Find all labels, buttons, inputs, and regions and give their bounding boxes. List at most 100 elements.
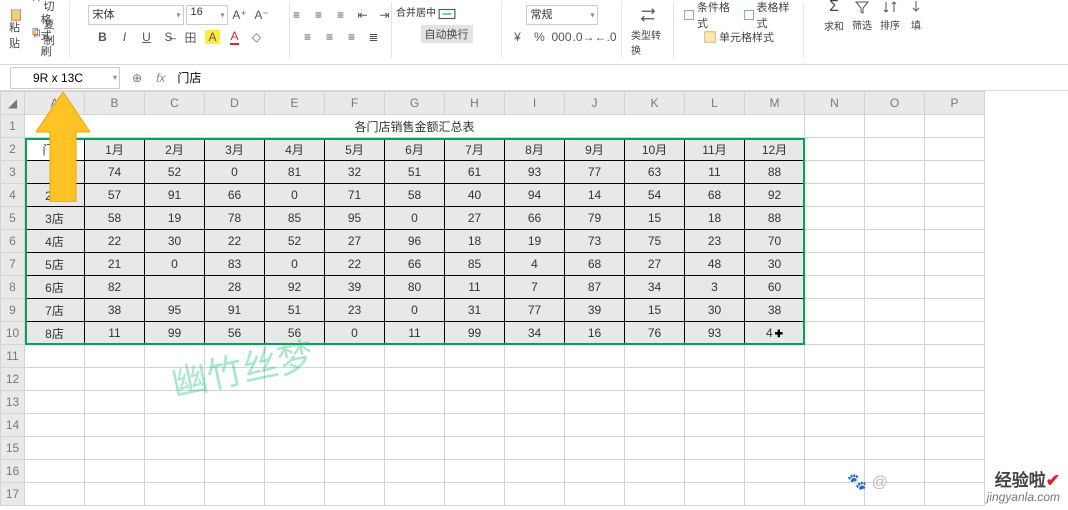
cell[interactable] bbox=[805, 276, 865, 299]
select-all-corner[interactable]: ◢ bbox=[1, 92, 25, 115]
cell[interactable]: 81 bbox=[265, 161, 325, 184]
cell[interactable] bbox=[265, 437, 325, 460]
col-header[interactable]: G bbox=[385, 92, 445, 115]
merge-center-button[interactable] bbox=[435, 4, 459, 24]
cell[interactable] bbox=[805, 391, 865, 414]
cell[interactable]: 0 bbox=[145, 253, 205, 276]
cell[interactable] bbox=[565, 414, 625, 437]
cell[interactable] bbox=[25, 414, 85, 437]
cell[interactable] bbox=[145, 391, 205, 414]
row-header[interactable]: 4 bbox=[1, 184, 25, 207]
cell[interactable]: 27 bbox=[445, 207, 505, 230]
cell[interactable] bbox=[925, 230, 985, 253]
cell[interactable] bbox=[85, 483, 145, 506]
cell[interactable] bbox=[805, 184, 865, 207]
cell[interactable] bbox=[925, 322, 985, 345]
cell[interactable]: 11 bbox=[685, 161, 745, 184]
increase-font-icon[interactable]: A⁺ bbox=[230, 5, 250, 25]
cell[interactable] bbox=[865, 184, 925, 207]
cell[interactable] bbox=[325, 437, 385, 460]
row-header[interactable]: 5 bbox=[1, 207, 25, 230]
formula-input[interactable] bbox=[171, 67, 1068, 89]
cell[interactable]: 80 bbox=[385, 276, 445, 299]
cell[interactable]: 92 bbox=[265, 276, 325, 299]
cell[interactable] bbox=[205, 414, 265, 437]
cell[interactable]: 63 bbox=[625, 161, 685, 184]
cell[interactable] bbox=[385, 368, 445, 391]
cell[interactable]: 1月 bbox=[85, 138, 145, 161]
cell[interactable]: 门店 bbox=[25, 138, 85, 161]
cell[interactable]: 82 bbox=[85, 276, 145, 299]
cell[interactable] bbox=[925, 276, 985, 299]
row-header[interactable]: 17 bbox=[1, 483, 25, 506]
cell[interactable]: 4✚ bbox=[745, 322, 805, 345]
col-header[interactable]: C bbox=[145, 92, 205, 115]
cell[interactable] bbox=[265, 414, 325, 437]
cell[interactable] bbox=[865, 253, 925, 276]
cell[interactable]: 95 bbox=[145, 299, 205, 322]
cell[interactable]: 7月 bbox=[445, 138, 505, 161]
cell[interactable] bbox=[25, 368, 85, 391]
cell[interactable]: 52 bbox=[145, 161, 205, 184]
cell[interactable]: 7 bbox=[505, 276, 565, 299]
cell[interactable] bbox=[865, 207, 925, 230]
clear-format-icon[interactable]: ◇ bbox=[247, 27, 267, 47]
cell[interactable]: 87 bbox=[565, 276, 625, 299]
cell[interactable] bbox=[25, 483, 85, 506]
cell[interactable] bbox=[85, 437, 145, 460]
name-box[interactable]: ▾ bbox=[10, 67, 120, 89]
cell[interactable] bbox=[805, 322, 865, 345]
cell[interactable] bbox=[805, 299, 865, 322]
cell[interactable]: 11 bbox=[445, 276, 505, 299]
fx-label[interactable]: fx bbox=[150, 71, 171, 85]
cell[interactable]: 5月 bbox=[325, 138, 385, 161]
cell[interactable] bbox=[565, 483, 625, 506]
cell[interactable]: 38 bbox=[745, 299, 805, 322]
cell[interactable]: 31 bbox=[445, 299, 505, 322]
cell[interactable]: 27 bbox=[625, 253, 685, 276]
cell[interactable] bbox=[145, 276, 205, 299]
cell[interactable] bbox=[805, 345, 865, 368]
cell[interactable] bbox=[625, 460, 685, 483]
cell[interactable] bbox=[925, 115, 985, 138]
col-header[interactable]: N bbox=[805, 92, 865, 115]
cell[interactable]: 32 bbox=[325, 161, 385, 184]
cell[interactable]: 22 bbox=[85, 230, 145, 253]
row-header[interactable]: 10 bbox=[1, 322, 25, 345]
cell[interactable]: 11 bbox=[85, 322, 145, 345]
cell[interactable]: 66 bbox=[205, 184, 265, 207]
cell[interactable]: 0 bbox=[385, 207, 445, 230]
cell[interactable]: 91 bbox=[145, 184, 205, 207]
cell[interactable]: 39 bbox=[325, 276, 385, 299]
cell[interactable] bbox=[25, 345, 85, 368]
sort-button[interactable]: 排序 bbox=[877, 0, 903, 33]
cell[interactable] bbox=[505, 437, 565, 460]
cell[interactable] bbox=[745, 437, 805, 460]
col-header[interactable]: A bbox=[25, 92, 85, 115]
col-header[interactable]: D bbox=[205, 92, 265, 115]
cell[interactable] bbox=[205, 345, 265, 368]
cell[interactable] bbox=[865, 437, 925, 460]
cell[interactable] bbox=[445, 437, 505, 460]
cell[interactable] bbox=[85, 391, 145, 414]
cell[interactable] bbox=[25, 391, 85, 414]
cell[interactable]: 99 bbox=[145, 322, 205, 345]
cell[interactable] bbox=[325, 368, 385, 391]
cell[interactable] bbox=[805, 207, 865, 230]
align-right-icon[interactable]: ≡ bbox=[342, 27, 362, 47]
cell[interactable] bbox=[205, 483, 265, 506]
cell[interactable] bbox=[865, 161, 925, 184]
cell[interactable]: 61 bbox=[445, 161, 505, 184]
cell[interactable]: 40 bbox=[445, 184, 505, 207]
cell[interactable] bbox=[565, 391, 625, 414]
cell[interactable] bbox=[265, 483, 325, 506]
cell[interactable]: 68 bbox=[565, 253, 625, 276]
underline-icon[interactable]: U bbox=[137, 27, 157, 47]
cell[interactable]: 0 bbox=[265, 253, 325, 276]
cell[interactable]: 95 bbox=[325, 207, 385, 230]
cell[interactable] bbox=[505, 414, 565, 437]
cell[interactable] bbox=[25, 161, 85, 184]
cell[interactable] bbox=[385, 414, 445, 437]
cell[interactable]: 3月 bbox=[205, 138, 265, 161]
cell[interactable] bbox=[265, 391, 325, 414]
